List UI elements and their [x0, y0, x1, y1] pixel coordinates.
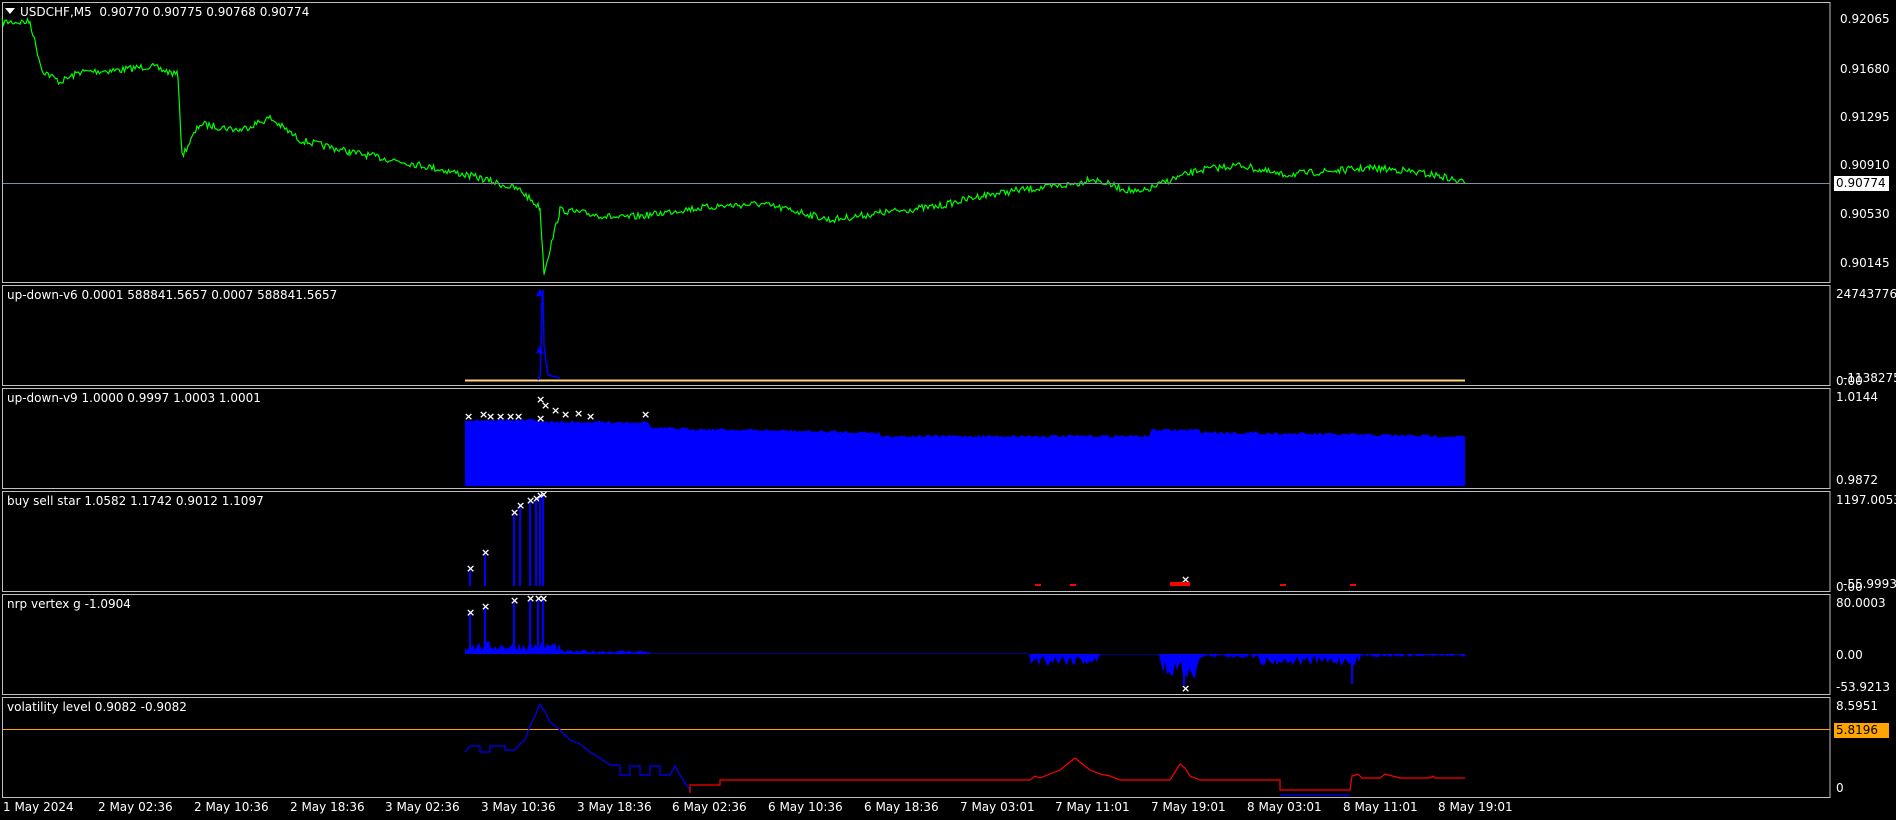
indicator-title-updown-v6[interactable]: up-down-v6 0.0001 588841.5657 0.0007 588… — [7, 288, 337, 302]
time-label: 6 May 18:36 — [864, 800, 939, 814]
time-label: 3 May 02:36 — [385, 800, 460, 814]
pane-border — [2, 491, 1831, 592]
scale-label: -11382750 — [1843, 371, 1896, 385]
volatility-high-series — [464, 702, 691, 791]
cross-marker: × — [539, 488, 548, 501]
cross-marker: × — [486, 410, 495, 423]
time-label: 7 May 19:01 — [1151, 800, 1226, 814]
spike-series — [537, 289, 561, 381]
price-tick: 0.90530 — [1840, 207, 1890, 221]
symbol-label: USDCHF,M5 — [20, 5, 92, 19]
scale-label: 247437767 — [1836, 287, 1896, 301]
sell-bar — [1035, 584, 1041, 586]
time-label: 6 May 10:36 — [768, 800, 843, 814]
cross-marker: × — [586, 410, 595, 423]
sell-bar — [1070, 584, 1076, 586]
pane-border — [2, 594, 1831, 695]
time-label: 2 May 02:36 — [98, 800, 173, 814]
price-tick: 0.91680 — [1840, 62, 1890, 76]
scale-label: 0.00 — [1836, 648, 1863, 662]
trading-chart[interactable]: ▲▲× ×× × ×××× × × × ×× ××××× ×××××× × × ×××× — [0, 0, 1896, 820]
indicator-title-updown-v9[interactable]: up-down-v9 1.0000 0.9997 1.0003 1.0001 — [7, 391, 261, 405]
cross-marker: × — [466, 606, 475, 619]
time-label: 3 May 18:36 — [577, 800, 652, 814]
volatility-low-series — [689, 757, 1465, 793]
cross-marker: × — [539, 592, 548, 605]
scale-label: 0 — [1836, 781, 1844, 795]
symbol-header[interactable]: USDCHF,M5 0.90770 0.90775 0.90768 0.9077… — [5, 5, 309, 19]
volatility-level-tag: 5.8196 — [1834, 723, 1889, 738]
time-label: 3 May 10:36 — [481, 800, 556, 814]
sell-bar — [1280, 584, 1286, 586]
scale-label: 1197.0053 — [1836, 493, 1896, 507]
cross-marker: × — [510, 594, 519, 607]
indicator-title-volatility[interactable]: volatility level 0.9082 -0.9082 — [7, 700, 187, 714]
time-label: 8 May 19:01 — [1438, 800, 1513, 814]
cross-marker: × — [481, 546, 490, 559]
scale-label: 0.9872 — [1836, 473, 1878, 487]
collapse-triangle-icon[interactable] — [5, 8, 15, 14]
time-label: 2 May 18:36 — [290, 800, 365, 814]
histogram-area — [465, 641, 1465, 679]
time-label: 2 May 10:36 — [194, 800, 269, 814]
scale-label: 80.0003 — [1836, 596, 1886, 610]
scale-label: -55.9993 — [1843, 577, 1896, 591]
pane-border — [2, 2, 1831, 283]
indicator-title-nrp-vertex[interactable]: nrp vertex g -1.0904 — [7, 597, 131, 611]
current-price-tag: 0.90774 — [1834, 176, 1889, 191]
cross-marker: × — [466, 562, 475, 575]
price-tick: 0.90910 — [1840, 158, 1890, 172]
cross-marker: × — [641, 408, 650, 421]
cross-marker: × — [496, 410, 505, 423]
time-label: 7 May 11:01 — [1055, 800, 1130, 814]
indicator-title-buy-sell-star[interactable]: buy sell star 1.0582 1.1742 0.9012 1.109… — [7, 494, 264, 508]
time-label: 1 May 2024 — [3, 800, 74, 814]
arrow-marker: ▲ — [536, 287, 544, 298]
cross-marker: × — [574, 407, 583, 420]
cross-marker: × — [514, 410, 523, 423]
time-label: 7 May 03:01 — [960, 800, 1035, 814]
sell-bar — [1350, 584, 1356, 586]
value-area — [465, 418, 1465, 486]
time-label: 6 May 02:36 — [672, 800, 747, 814]
cross-marker: × — [561, 408, 570, 421]
scale-label: 1.0144 — [1836, 390, 1878, 404]
cross-marker: × — [541, 399, 550, 412]
cross-marker: × — [536, 412, 545, 425]
time-label: 8 May 03:01 — [1247, 800, 1322, 814]
pane-border — [2, 697, 1831, 798]
price-tick: 0.91295 — [1840, 110, 1890, 124]
cross-marker: × — [481, 600, 490, 613]
sell-bar — [1170, 582, 1190, 586]
price-tick: 0.90145 — [1840, 256, 1890, 270]
price-series-line — [1, 17, 1466, 275]
scale-label: 8.5951 — [1836, 699, 1878, 713]
scale-label: -53.9213 — [1836, 680, 1890, 694]
time-label: 8 May 11:01 — [1343, 800, 1418, 814]
arrow-marker: ▲ — [536, 344, 544, 355]
price-tick: 0.92065 — [1840, 12, 1890, 26]
cross-marker: × — [464, 410, 473, 423]
cross-marker: × — [1181, 682, 1190, 695]
cross-marker: × — [516, 499, 525, 512]
ohlc-values: 0.90770 0.90775 0.90768 0.90774 — [99, 5, 310, 19]
cross-marker: × — [551, 404, 560, 417]
